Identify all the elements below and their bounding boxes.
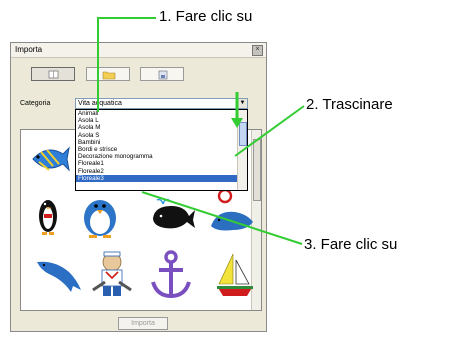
drag-arrow-icon [231,118,243,128]
callout-step-2: 2. Trascinare [306,96,393,113]
callout-line-2 [234,105,305,157]
callout-lines [97,17,305,245]
callout-step-3: 3. Fare clic su [304,236,398,253]
callout-line-3 [141,191,303,245]
callout-step-1: 1. Fare clic su [159,8,253,25]
